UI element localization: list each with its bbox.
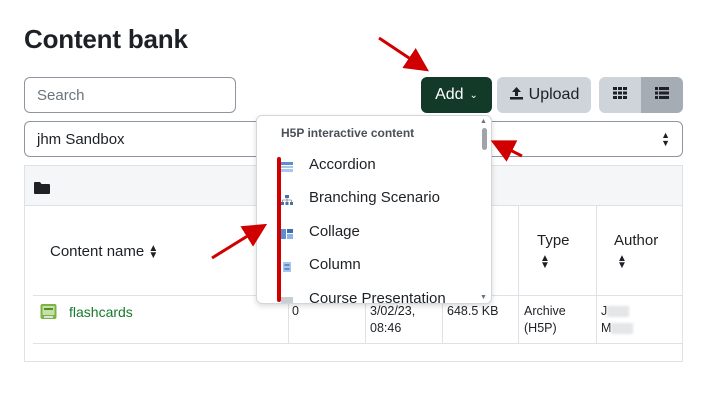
- menu-item-column[interactable]: Column: [281, 252, 361, 276]
- upload-button[interactable]: Upload: [497, 77, 591, 113]
- dropdown-header: H5P interactive content: [281, 126, 415, 140]
- menu-item-label: Column: [309, 255, 361, 273]
- cell-text: (H5P): [524, 321, 557, 335]
- folder-icon: [34, 181, 50, 199]
- select-arrows-icon: ▲ ▼: [661, 130, 670, 148]
- menu-item-collage[interactable]: Collage: [281, 219, 360, 243]
- sort-icon: ▲ ▼: [540, 253, 550, 271]
- menu-item-label: Collage: [309, 222, 360, 240]
- scroll-down-icon[interactable]: ▼: [480, 294, 487, 301]
- chevron-down-icon: ⌄: [469, 89, 478, 101]
- column-divider: [518, 206, 519, 344]
- grid-view-button[interactable]: [599, 77, 641, 113]
- branching-scenario-icon: [281, 192, 293, 205]
- cell-type: Archive (H5P): [524, 303, 566, 337]
- list-icon: [654, 86, 670, 105]
- list-view-button[interactable]: [641, 77, 683, 113]
- cell-text: 3/02/23,: [370, 304, 416, 318]
- course-presentation-icon: [281, 293, 293, 303]
- column-header-label: Type: [537, 232, 570, 249]
- row-divider: [33, 343, 683, 344]
- add-button-label: Add: [435, 86, 464, 103]
- redacted-text: [611, 323, 634, 335]
- annotation-arrow: [378, 36, 429, 72]
- redacted-text: [607, 306, 630, 318]
- dropdown-scrollbar[interactable]: ▲ ▼: [479, 118, 489, 302]
- grid-icon: [612, 86, 628, 105]
- column-header-content-name[interactable]: Content name ▲ ▼: [50, 243, 159, 262]
- column-divider: [596, 206, 597, 344]
- search-input[interactable]: [24, 77, 236, 113]
- cell-last-modified: 3/02/23, 08:46: [370, 303, 415, 337]
- cell-text: 08:46: [370, 321, 402, 335]
- menu-item-accordion[interactable]: Accordion: [281, 152, 376, 176]
- menu-item-course-presentation[interactable]: Course Presentation: [281, 286, 446, 304]
- scroll-up-icon[interactable]: ▲: [480, 118, 487, 125]
- sort-icon: ▲ ▼: [148, 243, 159, 262]
- menu-item-label: Course Presentation: [309, 289, 446, 304]
- add-content-dropdown: H5P interactive content Accordion Branch…: [256, 115, 492, 304]
- accordion-icon: [281, 159, 293, 172]
- cell-author: J M: [601, 303, 634, 337]
- menu-item-branching-scenario[interactable]: Branching Scenario: [281, 185, 440, 209]
- cell-text: Archive: [524, 304, 566, 318]
- content-item-link[interactable]: flashcards: [69, 304, 133, 321]
- column-header-author[interactable]: Author ▲ ▼: [614, 232, 659, 271]
- sort-icon: ▲ ▼: [617, 253, 627, 271]
- column-header-type[interactable]: Type ▲ ▼: [537, 232, 570, 271]
- column-icon: [281, 259, 293, 272]
- cell-text: M: [601, 321, 612, 335]
- column-header-label: Content name: [50, 243, 145, 260]
- cell-count: 0: [292, 304, 299, 318]
- context-select-value: jhm Sandbox: [37, 130, 125, 148]
- scrollbar-thumb[interactable]: [482, 128, 487, 150]
- menu-item-label: Accordion: [309, 155, 376, 173]
- upload-button-label: Upload: [528, 86, 580, 103]
- add-button[interactable]: Add ⌄: [421, 77, 492, 113]
- menu-item-label: Branching Scenario: [309, 188, 440, 206]
- annotation-bar: [277, 157, 281, 302]
- collage-icon: [281, 226, 293, 239]
- page-title: Content bank: [24, 24, 188, 54]
- column-header-label: Author: [614, 232, 659, 249]
- cell-size: 648.5 KB: [447, 304, 499, 318]
- upload-icon: [509, 86, 524, 105]
- content-item-icon: [40, 303, 57, 325]
